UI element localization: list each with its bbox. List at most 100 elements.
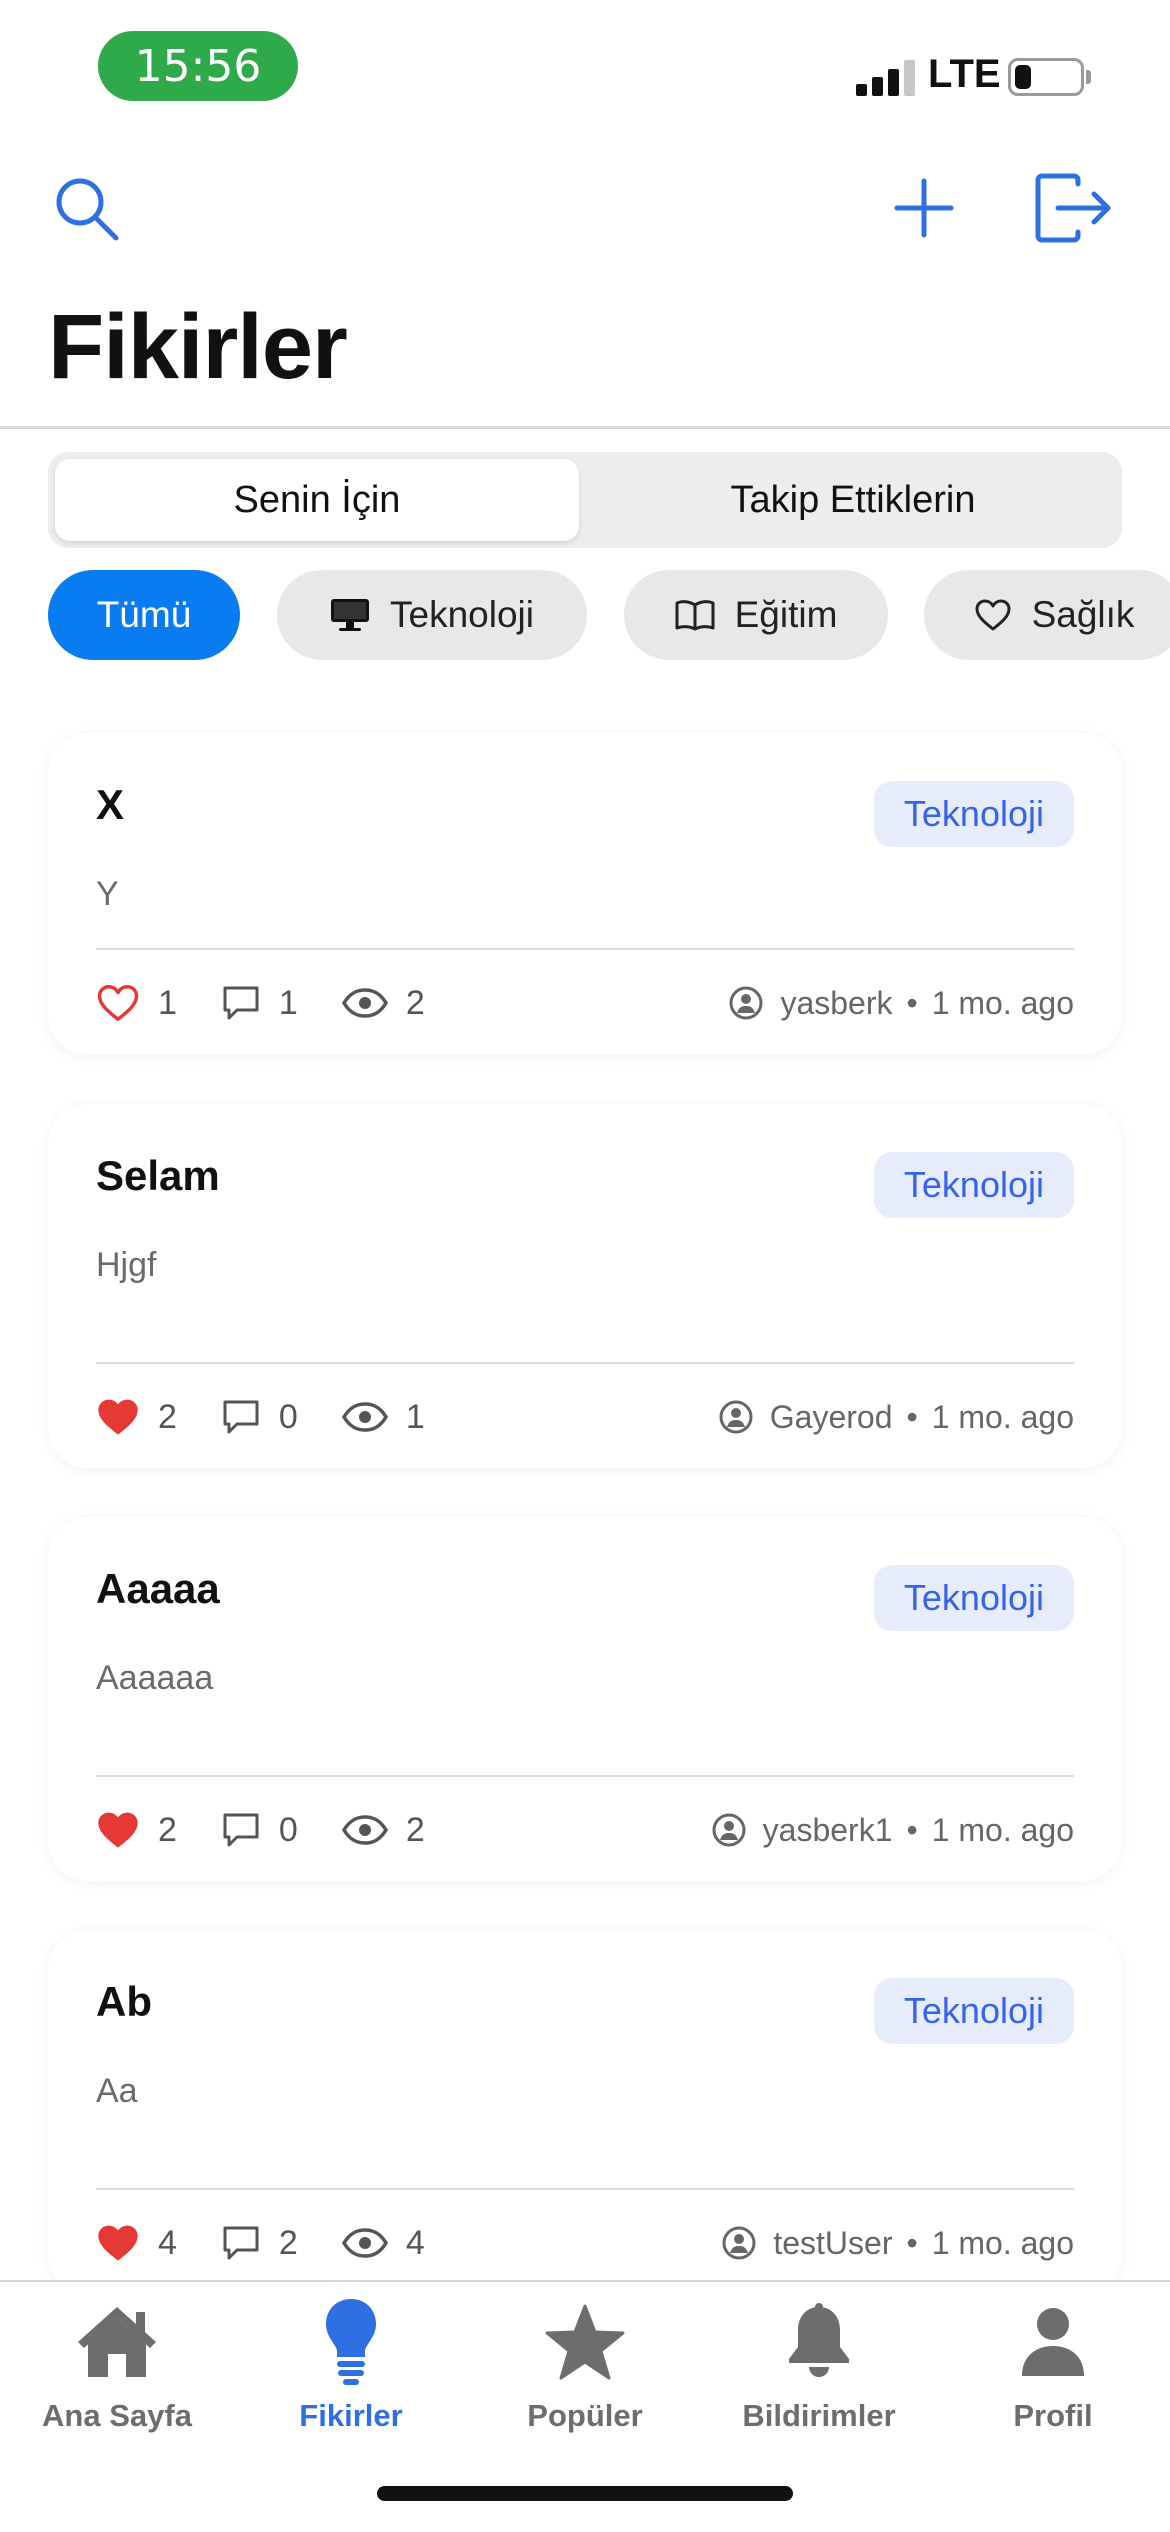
- chip-health[interactable]: Sağlık: [924, 570, 1170, 660]
- card-divider: [96, 948, 1074, 950]
- eye-icon: [341, 1815, 388, 1845]
- author-name[interactable]: yasberk: [780, 985, 892, 1022]
- comment-icon: [223, 2226, 259, 2260]
- house-icon: [74, 2292, 160, 2392]
- search-icon[interactable]: [46, 168, 126, 248]
- lightbulb-icon: [323, 2292, 379, 2392]
- post-body: Y: [96, 875, 119, 913]
- book-icon: [675, 600, 715, 631]
- category-chips: Tümü Teknoloji Eğitim Sağlık: [48, 570, 1170, 660]
- chip-all[interactable]: Tümü: [48, 570, 240, 660]
- chip-technology[interactable]: Teknoloji: [277, 570, 587, 660]
- card-divider: [96, 1362, 1074, 1364]
- like-button[interactable]: 4: [96, 2223, 177, 2263]
- comment-count: 2: [278, 2223, 298, 2262]
- tab-label: Bildirimler: [742, 2398, 896, 2433]
- post-stats: 1 1 2: [96, 978, 469, 1028]
- feed-segmented-control: Senin İçin Takip Ettiklerin: [48, 452, 1122, 548]
- tab-popular[interactable]: Popüler: [468, 2292, 702, 2462]
- tab-following[interactable]: Takip Ettiklerin: [591, 459, 1115, 541]
- user-circle-icon: [712, 1813, 746, 1847]
- logout-icon[interactable]: [1034, 168, 1114, 248]
- tab-home[interactable]: Ana Sayfa: [0, 2292, 234, 2462]
- meta-separator: •: [906, 984, 918, 1021]
- post-meta: yasberk1 • 1 mo. ago: [711, 1805, 1074, 1855]
- tab-profile[interactable]: Profil: [936, 2292, 1170, 2462]
- views: 4: [341, 2223, 425, 2263]
- views: 2: [341, 1811, 425, 1850]
- like-button[interactable]: 2: [96, 1810, 177, 1850]
- chip-label: Tümü: [96, 594, 192, 635]
- plus-icon[interactable]: [884, 168, 964, 248]
- views: 2: [341, 984, 425, 1023]
- user-circle-icon: [719, 1400, 753, 1434]
- category-badge: Teknoloji: [873, 781, 1074, 847]
- author-name[interactable]: yasberk1: [763, 1812, 893, 1849]
- tab-for-you[interactable]: Senin İçin: [55, 459, 579, 541]
- view-count: 4: [405, 2223, 425, 2262]
- category-badge: Teknoloji: [873, 1978, 1074, 2044]
- like-count: 1: [158, 983, 177, 1022]
- chip-label: Sağlık: [1031, 594, 1135, 635]
- post-body: Aa: [96, 2072, 138, 2110]
- author-name[interactable]: testUser: [773, 2225, 892, 2262]
- comment-button[interactable]: 2: [221, 2224, 298, 2263]
- post-stats: 2 0 2: [96, 1805, 469, 1855]
- comment-icon: [223, 1813, 259, 1847]
- post-title: Aaaaa: [96, 1565, 220, 1612]
- tab-label: Fikirler: [299, 2398, 403, 2433]
- comment-button[interactable]: 0: [221, 1398, 298, 1437]
- post-title: Ab: [96, 1978, 152, 2025]
- comment-button[interactable]: 0: [221, 1811, 298, 1850]
- tab-label: Profil: [1013, 2398, 1093, 2433]
- meta-separator: •: [906, 1811, 918, 1848]
- card-divider: [96, 2188, 1074, 2190]
- post-title: X: [96, 781, 125, 828]
- home-indicator[interactable]: [377, 2486, 793, 2501]
- eye-icon: [341, 988, 388, 1018]
- post-stats: 4 2 4: [96, 2218, 469, 2268]
- user-circle-icon: [722, 2226, 756, 2260]
- like-count: 2: [158, 1397, 177, 1436]
- comment-count: 0: [278, 1397, 298, 1436]
- network-type: LTE: [928, 52, 1001, 96]
- battery-tip: [1086, 70, 1091, 84]
- views: 1: [341, 1397, 425, 1437]
- post-card[interactable]: Selam Teknoloji Hjgf 2 0 1 Gayerod • 1 mo. ago: [48, 1104, 1122, 1468]
- user-circle-icon: [729, 986, 763, 1020]
- like-count: 4: [158, 2223, 177, 2262]
- heart-filled-icon: [98, 2225, 138, 2261]
- comment-count: 1: [278, 983, 298, 1022]
- comment-icon: [223, 986, 259, 1020]
- heart-outline-icon: [97, 985, 139, 1021]
- meta-separator: •: [906, 1398, 918, 1435]
- author-name[interactable]: Gayerod: [770, 1399, 893, 1436]
- post-card[interactable]: Ab Teknoloji Aa 4 2 4 testUser • 1 mo. ago: [48, 1930, 1122, 2294]
- comment-button[interactable]: 1: [221, 984, 298, 1023]
- like-button[interactable]: 2: [96, 1397, 177, 1437]
- like-button[interactable]: 1: [96, 983, 177, 1023]
- eye-icon: [341, 2228, 388, 2258]
- post-card[interactable]: X Teknoloji Y 1 1 2 yasberk • 1 mo. ago: [48, 733, 1122, 1055]
- post-stats: 2 0 1: [96, 1392, 469, 1442]
- status-bar: 15:56 LTE: [0, 0, 1170, 140]
- eye-icon: [341, 1402, 388, 1432]
- battery-icon: [1008, 58, 1084, 96]
- view-count: 1: [405, 1397, 425, 1436]
- heart-filled-icon: [98, 1812, 138, 1848]
- bell-icon: [784, 2292, 854, 2392]
- heart-icon: [975, 599, 1011, 631]
- chip-label: Teknoloji: [390, 594, 534, 635]
- like-count: 2: [158, 1810, 177, 1849]
- post-card[interactable]: Aaaaa Teknoloji Aaaaaa 2 0 2 yasberk1 • 1 mo. ag…: [48, 1517, 1122, 1881]
- page-title: Fikirler: [48, 296, 348, 398]
- tab-ideas[interactable]: Fikirler: [234, 2292, 468, 2462]
- post-meta: Gayerod • 1 mo. ago: [718, 1392, 1074, 1442]
- signal-icon: [856, 60, 916, 96]
- desktop-icon: [331, 599, 369, 631]
- post-time: 1 mo. ago: [931, 984, 1074, 1021]
- chip-education[interactable]: Eğitim: [624, 570, 888, 660]
- tab-notifications[interactable]: Bildirimler: [702, 2292, 936, 2462]
- category-badge: Teknoloji: [873, 1565, 1074, 1631]
- post-time: 1 mo. ago: [931, 1398, 1074, 1435]
